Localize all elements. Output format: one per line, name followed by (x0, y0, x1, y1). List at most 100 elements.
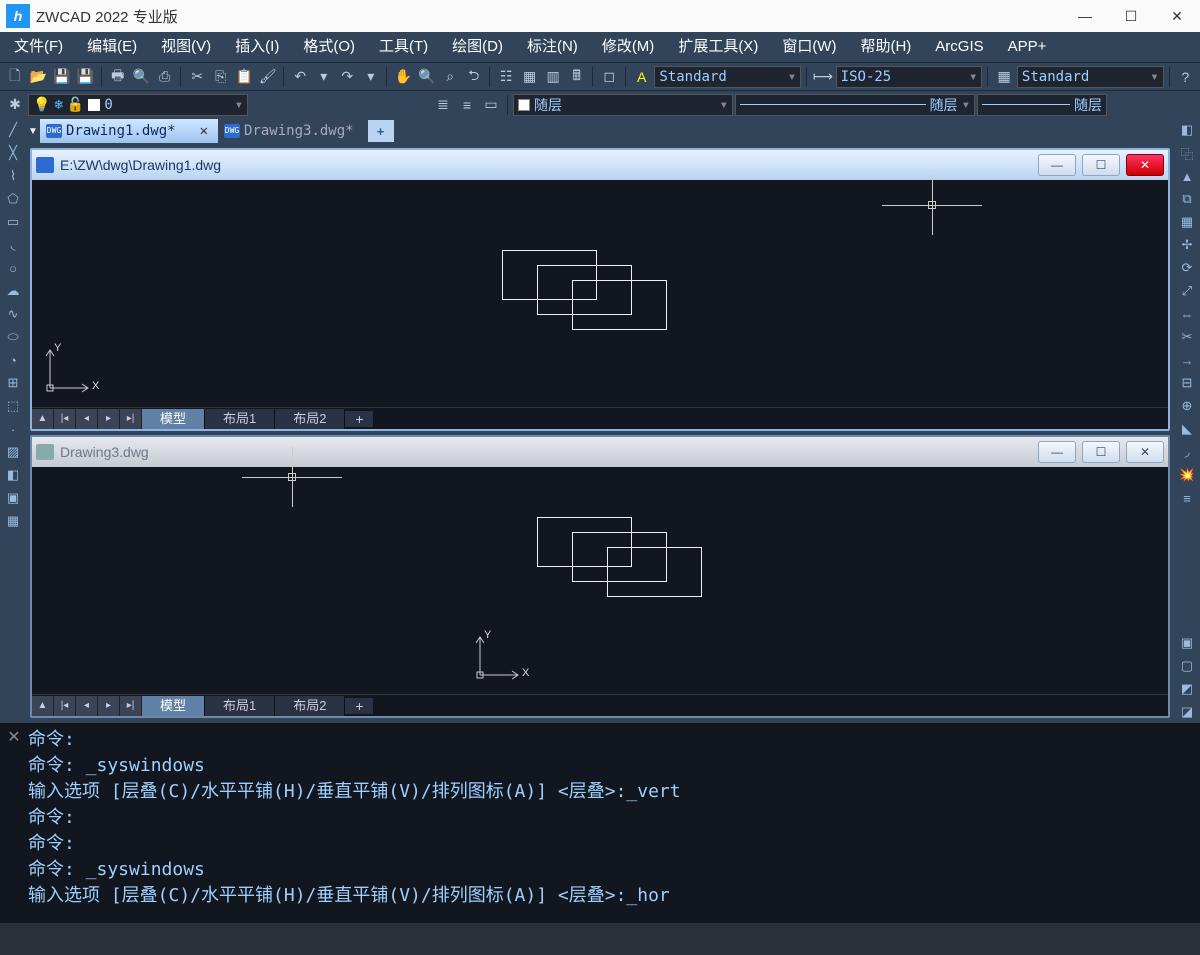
menu-draw[interactable]: 绘图(D) (440, 32, 515, 62)
child-minimize-button[interactable]: — (1038, 441, 1076, 463)
offset-icon[interactable]: ⧉ (1177, 189, 1197, 209)
trim-icon[interactable]: ✂ (1177, 327, 1197, 347)
draworder-back-icon[interactable]: ▢ (1177, 656, 1197, 676)
zoom-prev-icon[interactable]: ⮌ (463, 66, 485, 88)
menu-file[interactable]: 文件(F) (2, 32, 75, 62)
save-icon[interactable]: 💾 (51, 66, 73, 88)
new-tab-button[interactable]: + (368, 120, 394, 142)
help-icon[interactable]: ? (1175, 66, 1197, 88)
redo-icon[interactable]: ↷ (336, 66, 358, 88)
menu-modify[interactable]: 修改(M) (590, 32, 667, 62)
explode-icon[interactable]: 💥 (1177, 465, 1197, 485)
layout-nav-last-icon[interactable]: ▸| (120, 696, 142, 716)
erase-icon[interactable]: ◧ (1177, 120, 1197, 140)
join-icon[interactable]: ⊕ (1177, 396, 1197, 416)
copy-obj-icon[interactable]: ⿻ (1177, 143, 1197, 163)
layer-select[interactable]: 💡 ❄ 🔓 0 ▾ (28, 94, 248, 116)
align-icon[interactable]: ≡ (1177, 488, 1197, 508)
layout-tab-model[interactable]: 模型 (142, 409, 205, 429)
region-icon[interactable]: ▣ (3, 488, 23, 508)
open-icon[interactable]: 📂 (28, 66, 50, 88)
layer-prev-icon[interactable]: ≡ (456, 94, 478, 116)
close-button[interactable]: ✕ (1154, 0, 1200, 32)
hatch-icon[interactable]: ▨ (3, 442, 23, 462)
gradient-icon[interactable]: ◧ (3, 465, 23, 485)
tab-handle-icon[interactable]: ▼ (26, 126, 40, 137)
undo-dropdown-icon[interactable]: ▾ (313, 66, 335, 88)
table-style-icon[interactable]: ▦ (993, 66, 1015, 88)
menu-arcgis[interactable]: ArcGIS (923, 32, 995, 62)
child-titlebar[interactable]: E:\ZW\dwg\Drawing1.dwg — ☐ ✕ (32, 150, 1168, 180)
layout-tab-layout2[interactable]: 布局2 (275, 696, 345, 716)
dim-style-icon[interactable]: ⟼ (812, 66, 834, 88)
lineweight-select[interactable]: 随层 (977, 94, 1107, 116)
new-icon[interactable]: 🗋 (4, 66, 26, 88)
layout-add-button[interactable]: + (345, 411, 373, 427)
layout-nav-prev-icon[interactable]: ◂ (76, 696, 98, 716)
child-maximize-button[interactable]: ☐ (1082, 441, 1120, 463)
chamfer-icon[interactable]: ◣ (1177, 419, 1197, 439)
layout-nav-up-icon[interactable]: ▲ (32, 409, 54, 429)
move-icon[interactable]: ✢ (1177, 235, 1197, 255)
circle-icon[interactable]: ○ (3, 258, 23, 278)
print-preview-icon[interactable]: 🔍 (130, 66, 152, 88)
child-close-button[interactable]: ✕ (1126, 154, 1164, 176)
paste-icon[interactable]: 📋 (233, 66, 255, 88)
child-titlebar[interactable]: Drawing3.dwg — ☐ ✕ (32, 437, 1168, 467)
zoom-window-icon[interactable]: ⌕ (439, 66, 461, 88)
mirror-icon[interactable]: ▲ (1177, 166, 1197, 186)
layout-tab-layout2[interactable]: 布局2 (275, 409, 345, 429)
layout-tab-layout1[interactable]: 布局1 (205, 409, 275, 429)
child-maximize-button[interactable]: ☐ (1082, 154, 1120, 176)
copy-icon[interactable]: ⎘ (210, 66, 232, 88)
command-history[interactable]: 命令: 命令: _syswindows 输入选项 [层叠(C)/水平平铺(H)/… (28, 723, 1200, 923)
menu-dimension[interactable]: 标注(N) (515, 32, 590, 62)
menu-edit[interactable]: 编辑(E) (75, 32, 149, 62)
draworder-under-icon[interactable]: ◪ (1177, 702, 1197, 722)
matchprop-icon[interactable]: 🖌 (257, 66, 279, 88)
linetype-select[interactable]: 随层▾ (735, 94, 975, 116)
color-select[interactable]: 随层▾ (513, 94, 733, 116)
table-style-select[interactable]: Standard▾ (1017, 66, 1164, 88)
rotate-icon[interactable]: ⟳ (1177, 258, 1197, 278)
table-icon[interactable]: ▦ (3, 511, 23, 531)
dim-style-select[interactable]: ISO-25▾ (836, 66, 983, 88)
maximize-button[interactable]: ☐ (1108, 0, 1154, 32)
layout-nav-up-icon[interactable]: ▲ (32, 696, 54, 716)
array-icon[interactable]: ▦ (1177, 212, 1197, 232)
insert-block-icon[interactable]: ⊞ (3, 373, 23, 393)
draworder-above-icon[interactable]: ◩ (1177, 679, 1197, 699)
doc-tab-drawing1[interactable]: DWG Drawing1.dwg* ✕ (40, 119, 218, 143)
text-style-select[interactable]: Standard▾ (654, 66, 801, 88)
cut-icon[interactable]: ✂ (186, 66, 208, 88)
calc-icon[interactable]: 🖩 (566, 66, 588, 88)
layer-iso-icon[interactable]: ▭ (480, 94, 502, 116)
menu-view[interactable]: 视图(V) (149, 32, 223, 62)
ellipse-arc-icon[interactable]: ◔ (3, 350, 23, 370)
menu-insert[interactable]: 插入(I) (223, 32, 291, 62)
break-icon[interactable]: ⊟ (1177, 373, 1197, 393)
xline-icon[interactable]: ╳ (3, 143, 23, 163)
layout-tab-layout1[interactable]: 布局1 (205, 696, 275, 716)
child-minimize-button[interactable]: — (1038, 154, 1076, 176)
text-style-icon[interactable]: A (631, 66, 653, 88)
saveall-icon[interactable]: 💾 (75, 66, 97, 88)
arc-icon[interactable]: ◟ (3, 235, 23, 255)
tool-palettes-icon[interactable]: ▥ (542, 66, 564, 88)
make-block-icon[interactable]: ⬚ (3, 396, 23, 416)
pan-icon[interactable]: ✋ (392, 66, 414, 88)
layout-nav-prev-icon[interactable]: ◂ (76, 409, 98, 429)
layout-nav-first-icon[interactable]: |◂ (54, 696, 76, 716)
properties-icon[interactable]: ☷ (495, 66, 517, 88)
layout-nav-next-icon[interactable]: ▸ (98, 696, 120, 716)
layer-state-icon[interactable]: ≣ (432, 94, 454, 116)
line-icon[interactable]: ╱ (3, 120, 23, 140)
drawing-canvas[interactable]: Y X (32, 467, 1168, 694)
revcloud-icon[interactable]: ☁ (3, 281, 23, 301)
polygon-icon[interactable]: ⬠ (3, 189, 23, 209)
rectangle-icon[interactable]: ▭ (3, 212, 23, 232)
tab-close-icon[interactable]: ✕ (200, 123, 208, 139)
fillet-icon[interactable]: ◞ (1177, 442, 1197, 462)
menu-tools[interactable]: 工具(T) (367, 32, 440, 62)
layout-nav-last-icon[interactable]: ▸| (120, 409, 142, 429)
